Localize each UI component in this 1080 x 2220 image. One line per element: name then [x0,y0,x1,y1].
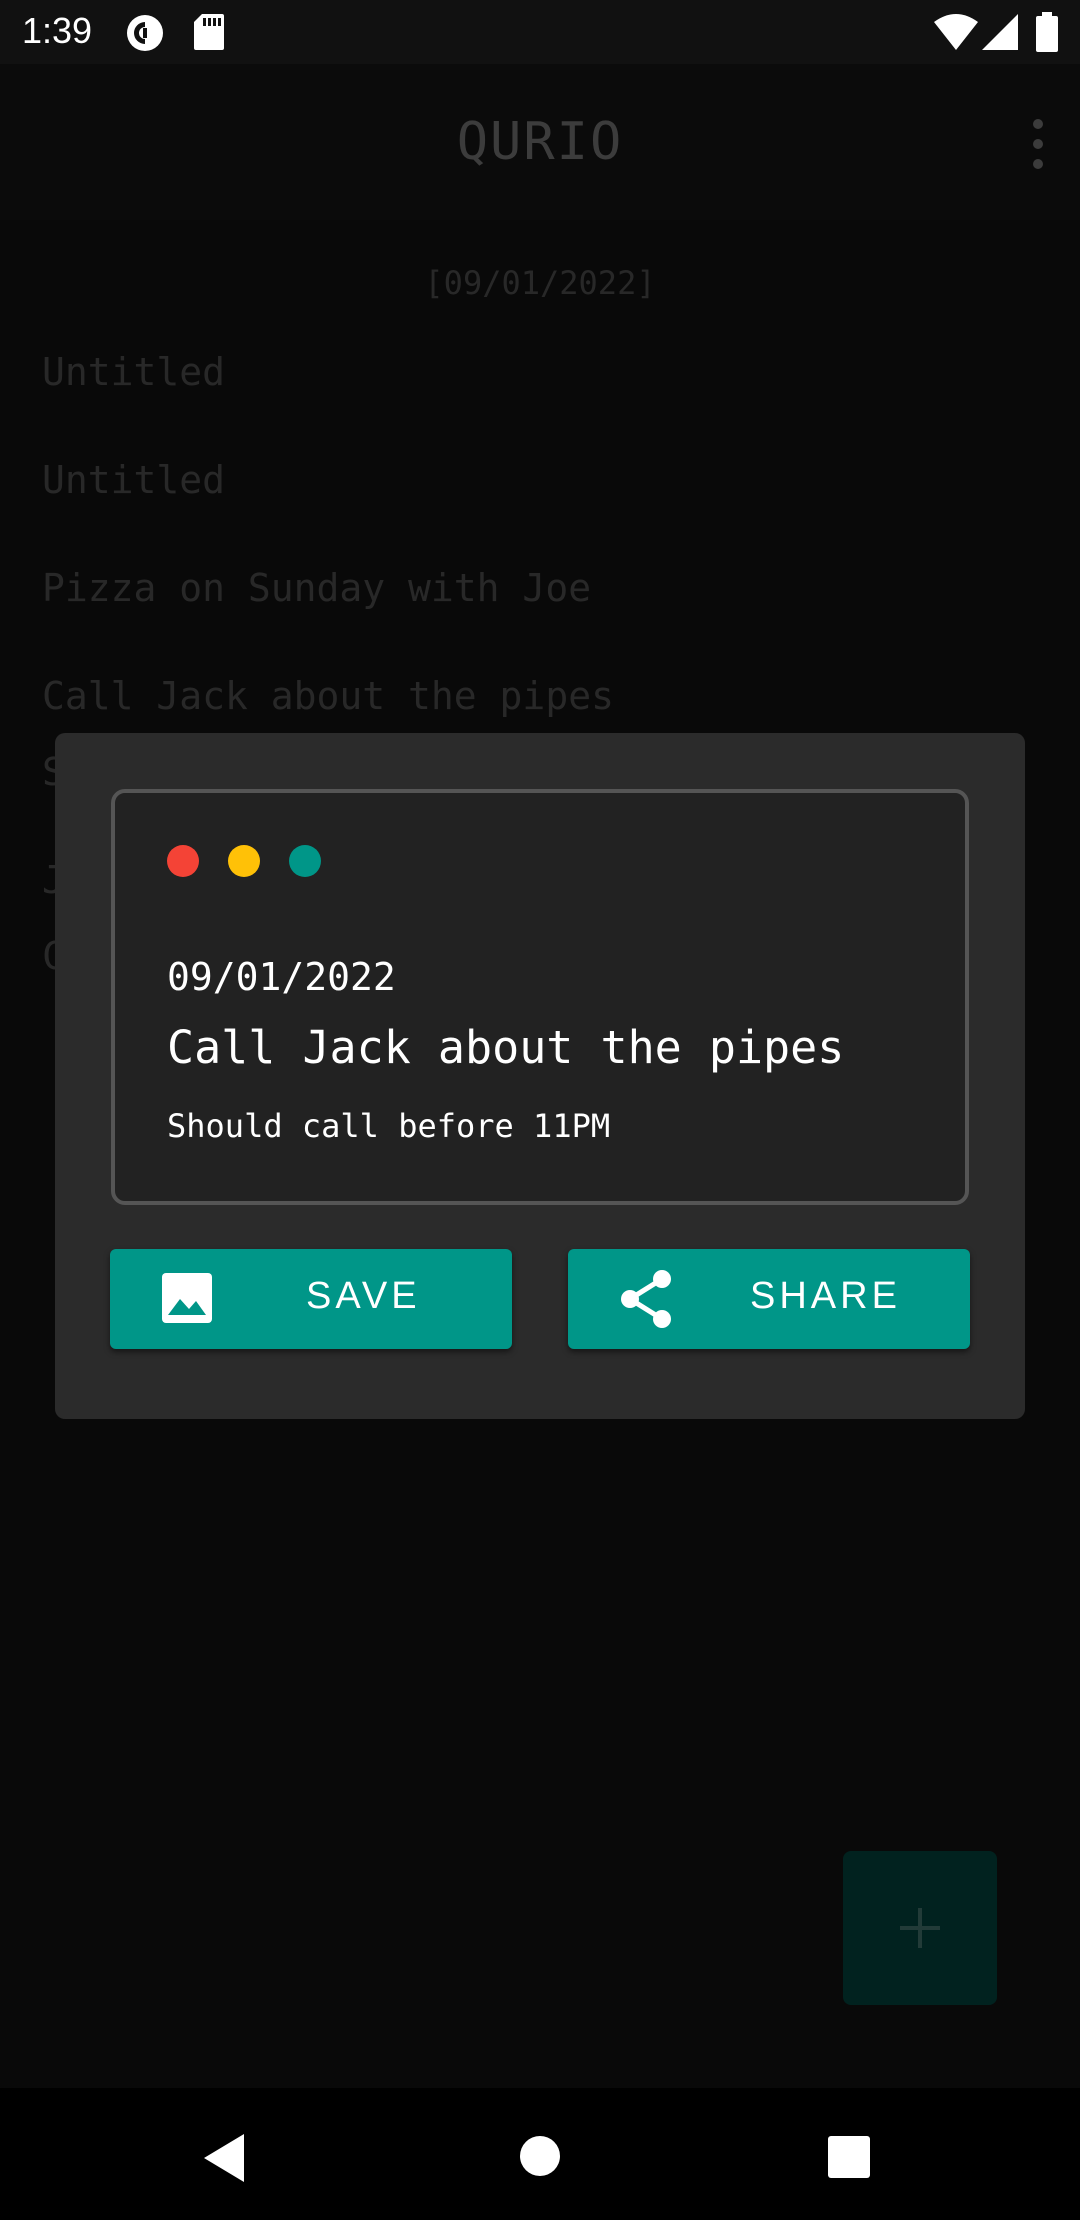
navigation-bar [0,2088,1080,2220]
status-time: 1:39 [22,10,93,51]
save-label: SAVE [306,1275,421,1317]
back-icon[interactable] [204,2134,248,2186]
note-preview-card: 09/01/2022 Call Jack about the pipes Sho… [111,789,969,1205]
save-button[interactable]: SAVE [110,1249,512,1349]
image-icon [160,1271,214,1329]
card-date: 09/01/2022 [167,955,396,999]
teal-dot-icon [289,845,321,877]
yellow-dot-icon [228,845,260,877]
card-title: Call Jack about the pipes [167,1021,845,1074]
pocketcasts-icon [126,14,164,56]
recents-icon[interactable] [828,2136,870,2182]
card-body: Should call before 11PM [167,1107,611,1145]
red-dot-icon [167,845,199,877]
status-bar: 1:39 [0,0,1080,64]
signal-icon [982,14,1018,54]
sd-card-icon [194,14,224,54]
share-label: SHARE [750,1275,901,1317]
wifi-icon [934,14,978,54]
home-icon[interactable] [518,2134,562,2182]
share-icon [618,1269,674,1333]
share-button[interactable]: SHARE [568,1249,970,1349]
share-dialog: 09/01/2022 Call Jack about the pipes Sho… [55,733,1025,1419]
battery-icon [1036,12,1058,56]
